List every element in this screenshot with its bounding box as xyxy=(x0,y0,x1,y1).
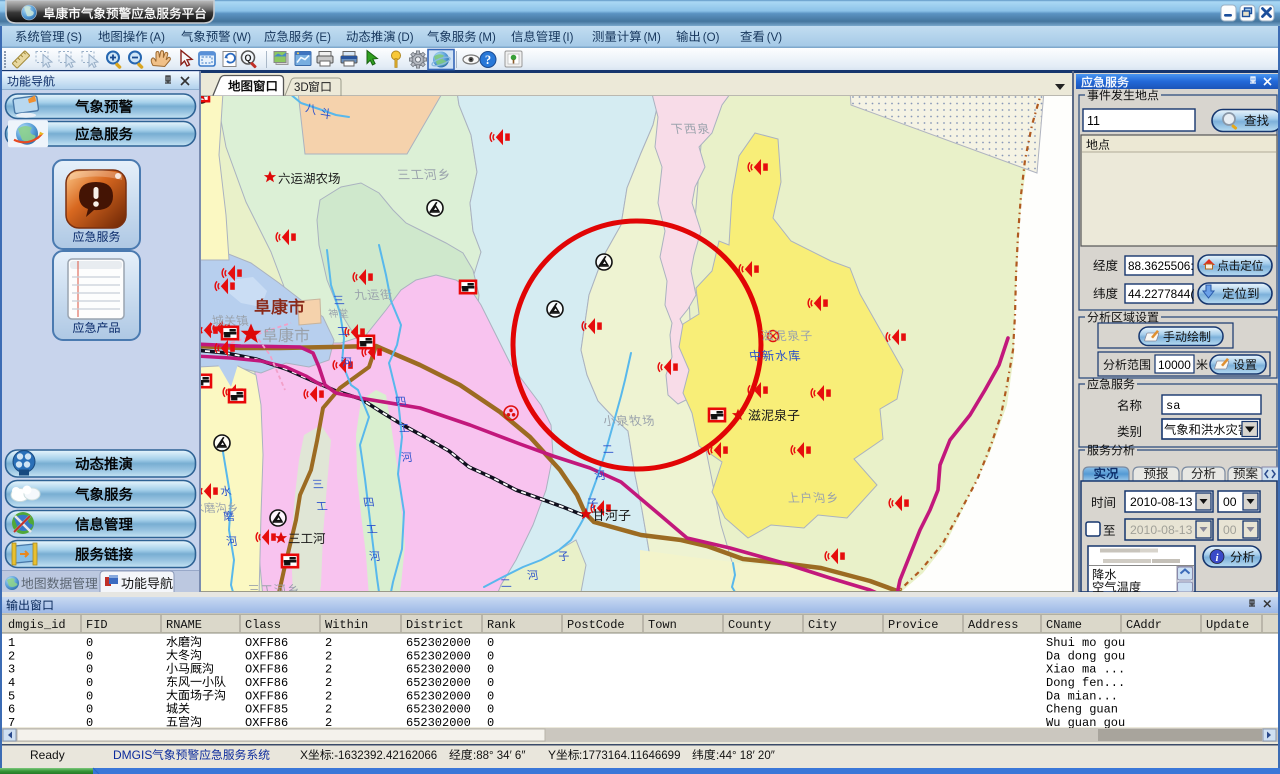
svg-text:OXFF86: OXFF86 xyxy=(245,689,288,703)
svg-text:0: 0 xyxy=(487,663,494,677)
svg-text:OXFF86: OXFF86 xyxy=(245,716,288,730)
svg-text:652302000: 652302000 xyxy=(406,703,471,717)
svg-text:0: 0 xyxy=(86,689,93,703)
svg-text:0: 0 xyxy=(86,663,93,677)
svg-text:0: 0 xyxy=(487,676,494,690)
svg-text:?: ? xyxy=(485,53,491,67)
svg-text:7: 7 xyxy=(8,716,15,730)
svg-text:2010-08-13: 2010-08-13 xyxy=(1130,495,1193,509)
svg-text:652302000: 652302000 xyxy=(406,689,471,703)
svg-text:Y: Y xyxy=(548,748,556,762)
svg-text:2: 2 xyxy=(8,649,15,663)
svg-text:Town: Town xyxy=(648,618,677,632)
svg-text:Provice: Provice xyxy=(888,618,938,632)
svg-text:652302000: 652302000 xyxy=(406,716,471,730)
svg-text:(S): (S) xyxy=(67,32,83,44)
svg-text:00: 00 xyxy=(1223,523,1237,537)
svg-text:City: City xyxy=(808,618,837,632)
svg-text:Address: Address xyxy=(968,618,1018,632)
svg-text:Wu guan gou: Wu guan gou xyxy=(1046,716,1125,730)
svg-text:(I): (I) xyxy=(563,32,574,44)
svg-text:4: 4 xyxy=(8,676,15,690)
svg-text:(W): (W) xyxy=(233,32,252,44)
svg-text:CName: CName xyxy=(1046,618,1082,632)
svg-text:Xiao ma ...: Xiao ma ... xyxy=(1046,663,1125,677)
svg-text:88.3625506:: 88.3625506: xyxy=(1128,259,1194,273)
svg-text:0: 0 xyxy=(86,703,93,717)
svg-text:(M): (M) xyxy=(479,32,496,44)
svg-text:0: 0 xyxy=(86,636,93,650)
svg-text:(E): (E) xyxy=(316,32,332,44)
svg-text:0: 0 xyxy=(86,649,93,663)
svg-text:Rank: Rank xyxy=(487,618,516,632)
svg-text:0: 0 xyxy=(86,676,93,690)
svg-text:Da mian...: Da mian... xyxy=(1046,689,1118,703)
svg-text:X: X xyxy=(300,748,308,762)
svg-text:OXFF86: OXFF86 xyxy=(245,663,288,677)
svg-text::44° 18′ 20″: :44° 18′ 20″ xyxy=(716,750,775,762)
svg-text:2: 2 xyxy=(325,676,332,690)
svg-text::-1632392.42162066: :-1632392.42162066 xyxy=(331,750,437,762)
svg-text:Class: Class xyxy=(245,618,281,632)
svg-text:CAddr: CAddr xyxy=(1126,618,1162,632)
svg-text:2010-08-13: 2010-08-13 xyxy=(1130,523,1193,537)
svg-text:Within: Within xyxy=(325,618,368,632)
svg-text:652302000: 652302000 xyxy=(406,676,471,690)
svg-text:0: 0 xyxy=(86,716,93,730)
svg-text:OXFF85: OXFF85 xyxy=(245,703,288,717)
svg-text:Ready: Ready xyxy=(30,748,65,762)
svg-text:2: 2 xyxy=(325,636,332,650)
svg-text:652302000: 652302000 xyxy=(406,636,471,650)
svg-text:FID: FID xyxy=(86,618,108,632)
svg-text:DMGIS: DMGIS xyxy=(113,748,152,762)
svg-text:District: District xyxy=(406,618,464,632)
svg-text:10000: 10000 xyxy=(1158,358,1191,372)
svg-text:2: 2 xyxy=(325,703,332,717)
svg-text:dmgis_id: dmgis_id xyxy=(8,618,66,632)
svg-text:0: 0 xyxy=(487,689,494,703)
svg-text:0: 0 xyxy=(487,703,494,717)
svg-text:(A): (A) xyxy=(150,32,166,44)
svg-text:11: 11 xyxy=(1087,114,1100,128)
svg-text:sa: sa xyxy=(1166,399,1180,413)
svg-text:2: 2 xyxy=(325,649,332,663)
svg-text::88° 34′ 6″: :88° 34′ 6″ xyxy=(473,750,525,762)
svg-text:Shui mo gou: Shui mo gou xyxy=(1046,636,1125,650)
svg-text:OXFF86: OXFF86 xyxy=(245,676,288,690)
svg-text:(M): (M) xyxy=(644,32,661,44)
svg-text:1: 1 xyxy=(8,636,15,650)
svg-text:(V): (V) xyxy=(767,32,783,44)
svg-text:Q: Q xyxy=(244,53,251,63)
svg-text:0: 0 xyxy=(487,649,494,663)
svg-text:44.2277844(: 44.2277844( xyxy=(1128,287,1194,301)
svg-text:(D): (D) xyxy=(398,32,414,44)
svg-text::1773164.11646699: :1773164.11646699 xyxy=(579,750,680,762)
svg-text:OXFF86: OXFF86 xyxy=(245,649,288,663)
svg-text:RNAME: RNAME xyxy=(166,618,202,632)
svg-text:00: 00 xyxy=(1223,495,1237,509)
svg-text:(O): (O) xyxy=(703,32,720,44)
svg-text:2: 2 xyxy=(325,716,332,730)
svg-text:Da dong gou: Da dong gou xyxy=(1046,649,1125,663)
svg-text:6: 6 xyxy=(8,703,15,717)
svg-text:652302000: 652302000 xyxy=(406,663,471,677)
svg-text:2: 2 xyxy=(325,689,332,703)
svg-text:5: 5 xyxy=(8,689,15,703)
svg-text:OXFF86: OXFF86 xyxy=(245,636,288,650)
svg-text:Update: Update xyxy=(1206,618,1249,632)
svg-text:County: County xyxy=(728,618,771,632)
svg-text:3D: 3D xyxy=(294,82,309,94)
svg-text:0: 0 xyxy=(487,716,494,730)
svg-text:0: 0 xyxy=(487,636,494,650)
svg-text:Cheng guan: Cheng guan xyxy=(1046,703,1118,717)
svg-text:652302000: 652302000 xyxy=(406,649,471,663)
svg-text:PostCode: PostCode xyxy=(567,618,625,632)
svg-text:Dong fen...: Dong fen... xyxy=(1046,676,1125,690)
svg-text:3: 3 xyxy=(8,663,15,677)
svg-text:2: 2 xyxy=(325,663,332,677)
